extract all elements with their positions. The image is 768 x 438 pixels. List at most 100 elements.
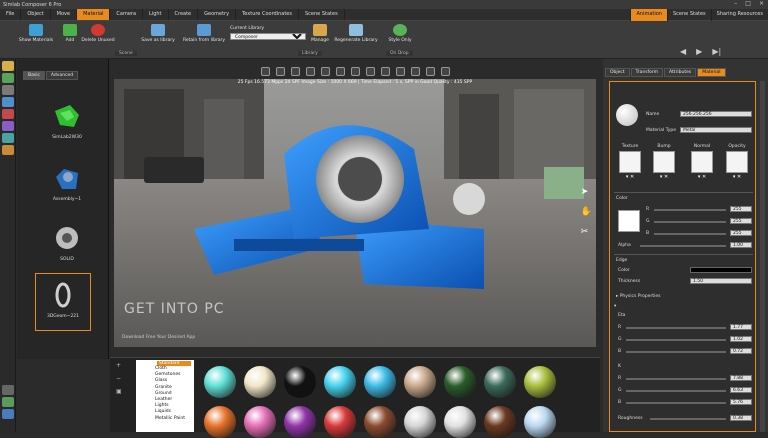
edge-color-swatch[interactable] bbox=[690, 267, 752, 273]
share-tool-icon[interactable] bbox=[2, 145, 14, 155]
roughness-slider[interactable] bbox=[650, 418, 726, 420]
tab-animation[interactable]: Animation bbox=[630, 9, 667, 21]
cursor-icon[interactable]: ➤ bbox=[581, 187, 592, 197]
folder-icon[interactable]: ▣ bbox=[116, 388, 122, 395]
manage-button[interactable]: Manage bbox=[302, 24, 338, 43]
library-item[interactable]: SOLID bbox=[37, 223, 97, 262]
material-swatch[interactable] bbox=[484, 406, 516, 438]
tab-material-props[interactable]: Material bbox=[697, 68, 726, 77]
minimize-button[interactable]: – bbox=[734, 0, 737, 7]
tab-move[interactable]: Move bbox=[51, 9, 78, 20]
tree-item[interactable]: Metallic Paint bbox=[139, 416, 191, 422]
green-value[interactable]: 255 bbox=[730, 218, 752, 224]
bump-map[interactable]: Bump ▾ ✕ bbox=[652, 144, 676, 180]
collapse-icon[interactable]: ▾ bbox=[614, 304, 616, 309]
texture-slot[interactable] bbox=[619, 151, 641, 173]
show-materials-button[interactable]: Show Materials bbox=[18, 24, 54, 43]
tab-file[interactable]: File bbox=[0, 9, 22, 20]
eta-g-value[interactable]: 1.02 bbox=[730, 336, 752, 342]
move-icon[interactable] bbox=[380, 67, 390, 76]
blue-value[interactable]: 255 bbox=[730, 230, 752, 236]
material-swatch[interactable] bbox=[404, 406, 436, 438]
k-g-slider[interactable] bbox=[626, 390, 726, 392]
material-swatch[interactable] bbox=[204, 406, 236, 438]
tab-create[interactable]: Create bbox=[169, 9, 199, 20]
settings-icon[interactable] bbox=[2, 385, 14, 395]
material-swatch[interactable] bbox=[524, 406, 556, 438]
tab-scene-states[interactable]: Scene States bbox=[299, 9, 345, 20]
material-swatch[interactable] bbox=[324, 366, 356, 398]
tab-texture-coordinates[interactable]: Texture Coordinates bbox=[236, 9, 299, 20]
alpha-value[interactable]: 1.00 bbox=[730, 242, 752, 248]
library-item[interactable]: Assembly~1 bbox=[37, 163, 97, 202]
k-b-value[interactable]: 5.76 bbox=[730, 399, 752, 405]
remove-icon[interactable]: ✕ bbox=[702, 174, 706, 180]
bump-slot[interactable] bbox=[653, 151, 675, 173]
material-swatch[interactable] bbox=[404, 366, 436, 398]
animation-tool-icon[interactable] bbox=[2, 133, 14, 143]
tab-geometry[interactable]: Geometry bbox=[198, 9, 237, 20]
remove-category-icon[interactable]: − bbox=[116, 375, 122, 382]
tab-sharing-resources[interactable]: Sharing Resources bbox=[710, 9, 768, 21]
red-slider[interactable] bbox=[654, 209, 726, 211]
green-slider[interactable] bbox=[654, 221, 726, 223]
properties-scrollbar[interactable] bbox=[760, 81, 765, 432]
add-category-icon[interactable]: + bbox=[116, 362, 122, 369]
red-value[interactable]: 255 bbox=[730, 206, 752, 212]
undo-icon[interactable] bbox=[335, 67, 345, 76]
eta-r-value[interactable]: 1.77 bbox=[730, 324, 752, 330]
view-icon[interactable] bbox=[425, 67, 435, 76]
remove-icon[interactable]: ✕ bbox=[630, 174, 634, 180]
library-item-selected[interactable]: 3DGeom~221 bbox=[35, 273, 91, 331]
material-swatch[interactable] bbox=[444, 406, 476, 438]
dropdown-icon[interactable]: ▾ bbox=[733, 174, 736, 180]
blue-slider[interactable] bbox=[654, 233, 726, 235]
snap-icon[interactable] bbox=[395, 67, 405, 76]
tab-scene-states-panel[interactable]: Scene States bbox=[666, 9, 711, 21]
material-swatch[interactable] bbox=[244, 366, 276, 398]
material-swatch[interactable] bbox=[284, 366, 316, 398]
name-field[interactable]: 256.256.256 bbox=[680, 111, 752, 117]
dropdown-icon[interactable]: ▾ bbox=[698, 174, 701, 180]
tab-attributes[interactable]: Attributes bbox=[664, 68, 697, 77]
eta-g-slider[interactable] bbox=[626, 339, 726, 341]
material-swatch[interactable] bbox=[364, 366, 396, 398]
k-g-value[interactable]: 6.63 bbox=[730, 387, 752, 393]
normal-slot[interactable] bbox=[691, 151, 713, 173]
eta-b-slider[interactable] bbox=[626, 351, 726, 353]
material-swatch[interactable] bbox=[444, 366, 476, 398]
light-tool-icon[interactable] bbox=[2, 97, 14, 107]
style-only-button[interactable]: Style Only bbox=[382, 24, 418, 43]
orbit-icon[interactable] bbox=[260, 67, 270, 76]
texture-map[interactable]: Texture ▾ ✕ bbox=[618, 144, 642, 180]
layers-icon[interactable] bbox=[2, 397, 14, 407]
remove-icon[interactable]: ✕ bbox=[737, 174, 741, 180]
delete-unused-button[interactable]: Delete Unused bbox=[80, 24, 116, 43]
maximize-button[interactable]: □ bbox=[745, 0, 751, 7]
play-icon[interactable]: ▶ bbox=[696, 47, 702, 56]
material-type-select[interactable]: Metal bbox=[680, 127, 752, 133]
current-library-select[interactable]: Composer bbox=[230, 33, 306, 40]
camera-tool-icon[interactable] bbox=[2, 85, 14, 95]
prev-frame-icon[interactable]: ◀ bbox=[680, 47, 686, 56]
render-tool-icon[interactable] bbox=[2, 109, 14, 119]
library-item[interactable]: SimLab2W30 bbox=[37, 101, 97, 140]
material-swatch[interactable] bbox=[324, 406, 356, 438]
eta-r-slider[interactable] bbox=[626, 327, 726, 329]
fit-icon[interactable] bbox=[290, 67, 300, 76]
k-b-slider[interactable] bbox=[626, 402, 726, 404]
remove-icon[interactable]: ✕ bbox=[664, 174, 668, 180]
tools-icon[interactable]: ✂ bbox=[581, 227, 592, 237]
material-swatch[interactable] bbox=[484, 366, 516, 398]
scene-tool-icon[interactable] bbox=[2, 73, 14, 83]
normal-map[interactable]: Normal ▾ ✕ bbox=[690, 144, 714, 180]
select-tool-icon[interactable] bbox=[2, 61, 14, 71]
tab-basic[interactable]: Basic bbox=[23, 71, 45, 80]
material-swatch[interactable] bbox=[364, 406, 396, 438]
tab-object-props[interactable]: Object bbox=[605, 68, 630, 77]
tab-light[interactable]: Light bbox=[143, 9, 169, 20]
opacity-slot[interactable] bbox=[726, 151, 748, 173]
material-swatch[interactable] bbox=[244, 406, 276, 438]
tab-camera[interactable]: Camera bbox=[110, 9, 144, 20]
color-swatch[interactable] bbox=[618, 210, 640, 232]
